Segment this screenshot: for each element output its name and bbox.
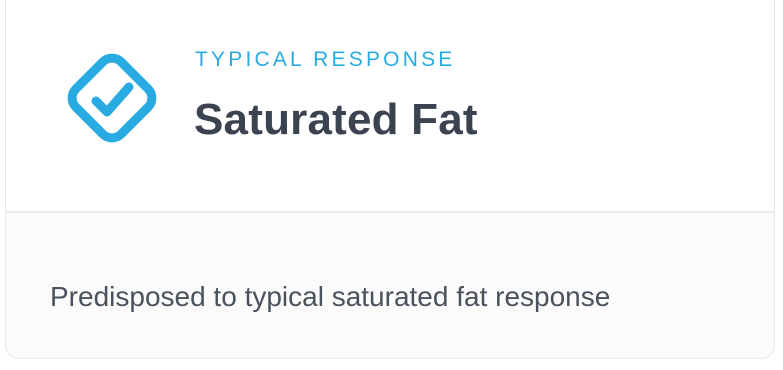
card-header: TYPICAL RESPONSE Saturated Fat: [6, 0, 774, 211]
status-label: TYPICAL RESPONSE: [195, 48, 456, 71]
check-diamond-icon: [56, 42, 168, 154]
card-title: Saturated Fat: [194, 95, 478, 144]
card-description: Predisposed to typical saturated fat res…: [50, 281, 611, 312]
